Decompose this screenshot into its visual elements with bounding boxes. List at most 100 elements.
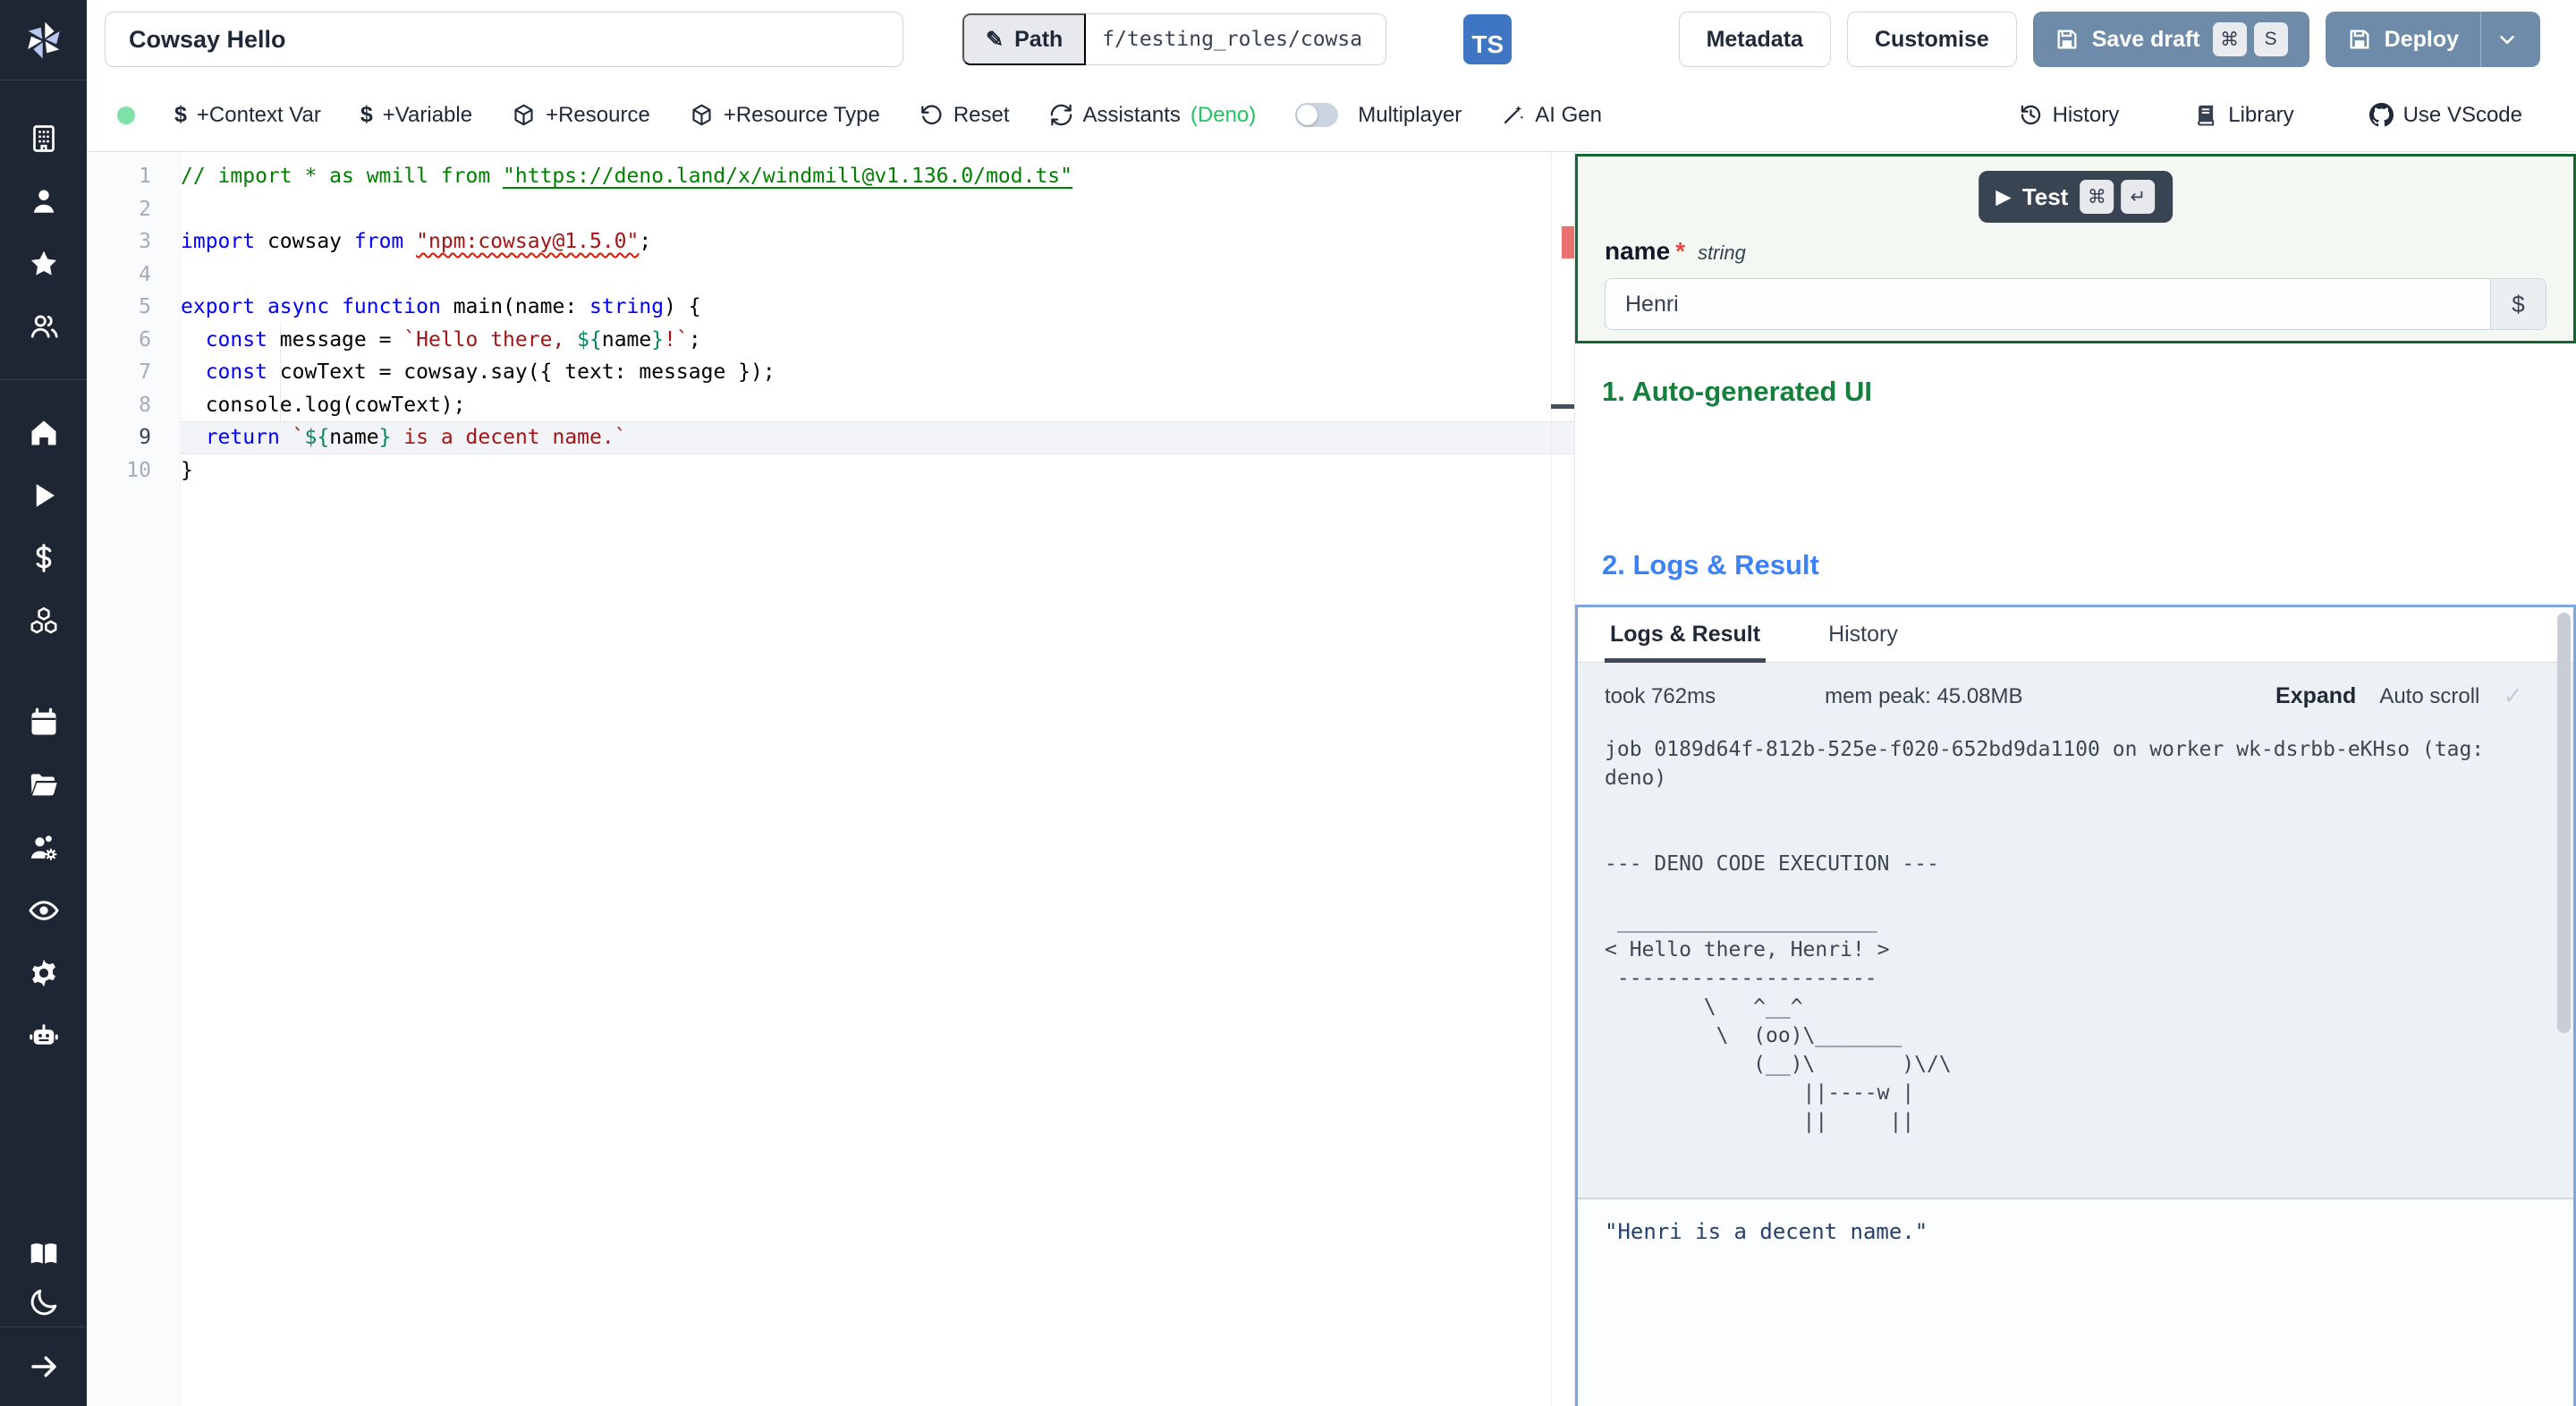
play-icon: ▶ — [1996, 186, 2011, 208]
required-asterisk: * — [1675, 237, 1686, 265]
expand-button[interactable]: Expand — [2275, 683, 2356, 709]
tab-history[interactable]: History — [1826, 622, 1900, 662]
sidebar-group-expand — [0, 1327, 87, 1406]
code-line[interactable]: 6 const message = `Hello there, ${name}!… — [87, 324, 1574, 357]
kbd-chip: ↵ — [2121, 180, 2156, 214]
field-type-label: string — [1698, 241, 1746, 264]
user-icon[interactable] — [28, 185, 60, 217]
logs-tabs: Logs & Result History — [1578, 607, 2573, 663]
code-editor[interactable]: 1// import * as wmill from "https://deno… — [87, 152, 1575, 1406]
reset-button[interactable]: Reset — [919, 103, 1010, 128]
boxes-icon[interactable] — [28, 605, 60, 637]
calendar-icon[interactable] — [28, 707, 60, 739]
windmill-logo[interactable] — [0, 0, 87, 80]
ai-gen-button[interactable]: AI Gen — [1501, 103, 1602, 128]
book-open-icon[interactable] — [28, 1238, 60, 1270]
result-output[interactable]: "Henri is a decent name." — [1578, 1199, 2573, 1406]
windmill-pinwheel-icon — [27, 21, 60, 58]
deploy-button[interactable]: Deploy — [2325, 12, 2540, 67]
script-title-input[interactable] — [105, 12, 903, 67]
code-line[interactable]: 1// import * as wmill from "https://deno… — [87, 160, 1574, 193]
save-draft-label: Save draft — [2091, 26, 2200, 52]
save-draft-button[interactable]: Save draft ⌘ S — [2032, 12, 2309, 67]
logs-card: Logs & Result History took 762ms mem pea… — [1575, 605, 2576, 1406]
code-line[interactable]: 3 import cowsay from "npm:cowsay@1.5.0"; — [87, 225, 1574, 258]
package-icon — [514, 104, 533, 126]
multiplayer-toggle[interactable] — [1295, 103, 1339, 127]
auto-scroll-toggle[interactable]: Auto scroll — [2379, 684, 2479, 709]
line-number: 2 — [139, 197, 151, 221]
code-lines[interactable]: 1// import * as wmill from "https://deno… — [87, 160, 1574, 487]
settings-icon[interactable] — [28, 957, 60, 989]
library-button[interactable]: Library — [2194, 103, 2294, 128]
deploy-separator — [2480, 12, 2481, 67]
logs-result-heading: 2. Logs & Result — [1602, 549, 1819, 580]
cursor-position-marker — [1551, 404, 1574, 409]
path-group: ✎ Path f/testing_roles/cowsa — [962, 13, 1387, 65]
name-input[interactable] — [1606, 291, 2490, 318]
logs-body: took 762ms mem peak: 45.08MB Expand Auto… — [1578, 663, 2573, 1198]
moon-icon[interactable] — [28, 1286, 60, 1318]
dollar-icon[interactable] — [28, 542, 60, 574]
chevron-down-icon[interactable] — [2496, 28, 2519, 51]
tab-logs-result[interactable]: Logs & Result — [1604, 622, 1767, 663]
pencil-icon: ✎ — [986, 27, 1004, 52]
history-button[interactable]: History — [2019, 103, 2119, 128]
name-field-row: $ — [1605, 278, 2546, 330]
line-number: 4 — [139, 262, 151, 286]
code-line[interactable]: 10} — [87, 454, 1574, 487]
building-icon[interactable] — [28, 123, 60, 155]
code-line[interactable]: 5 export async function main(name: string… — [87, 291, 1574, 324]
check-icon: ✓ — [2503, 682, 2523, 709]
deploy-label: Deploy — [2384, 26, 2459, 52]
customise-button[interactable]: Customise — [1846, 12, 2017, 67]
line-number: 8 — [139, 393, 151, 417]
auto-generated-ui-heading: 1. Auto-generated UI — [1602, 376, 1872, 407]
sidebar — [0, 0, 87, 1406]
add-variable-button[interactable]: $ +Variable — [360, 102, 472, 128]
field-name-label: name — [1605, 237, 1671, 265]
assistants-button[interactable]: Assistants (Deno) — [1049, 102, 1257, 128]
dollar-icon: $ — [360, 102, 373, 127]
sidebar-group-main — [0, 380, 87, 652]
save-icon — [2057, 30, 2077, 49]
path-edit-button[interactable]: ✎ Path — [962, 13, 1087, 65]
star-icon[interactable] — [28, 248, 60, 280]
code-line[interactable]: 8 console.log(cowText); — [87, 389, 1574, 422]
test-args-card: ▶ Test ⌘↵ name * string $ — [1575, 154, 2576, 343]
log-output[interactable]: job 0189d64f-812b-525e-f020-652bd9da1100… — [1605, 735, 2573, 1136]
code-line[interactable]: 2 — [87, 193, 1574, 226]
home-icon[interactable] — [28, 417, 60, 449]
arrow-right-icon[interactable] — [28, 1351, 60, 1383]
add-resource-button[interactable]: +Resource — [512, 103, 650, 128]
scrollbar-thumb[interactable] — [2557, 613, 2571, 1033]
kbd-chip: ⌘ — [2212, 22, 2247, 56]
line-number: 10 — [126, 458, 151, 482]
wand-icon — [1504, 106, 1524, 124]
code-line[interactable]: 4 — [87, 258, 1574, 292]
refresh-icon — [1050, 104, 1072, 126]
code-line[interactable]: 7 const cowText = cowsay.say({ text: mes… — [87, 356, 1574, 389]
overview-ruler — [1551, 152, 1574, 1406]
variable-picker-button[interactable]: $ — [2490, 279, 2546, 329]
code-line[interactable]: 9 return `${name} is a decent name.` — [87, 421, 1574, 454]
test-button[interactable]: ▶ Test ⌘ ↵ — [1978, 171, 2174, 223]
play-icon[interactable] — [28, 479, 60, 512]
eye-icon[interactable] — [28, 894, 60, 927]
assistants-runtime: (Deno) — [1190, 102, 1257, 127]
users-icon[interactable] — [28, 310, 60, 343]
add-resource-type-button[interactable]: +Resource Type — [690, 103, 880, 128]
add-context-var-button[interactable]: $ +Context Var — [174, 102, 321, 128]
duration-label: took 762ms — [1605, 683, 1716, 708]
status-dot — [117, 106, 135, 124]
sidebar-group-workspace — [0, 80, 87, 379]
kbd-chip: ⌘ — [2080, 180, 2114, 214]
metadata-button[interactable]: Metadata — [1678, 12, 1831, 67]
folder-open-icon[interactable] — [28, 769, 60, 801]
user-cog-icon[interactable] — [28, 832, 60, 864]
windmill-app: ✎ Path f/testing_roles/cowsa TS Metadata… — [0, 0, 2576, 1406]
use-vscode-button[interactable]: Use VScode — [2368, 103, 2522, 128]
preview-panel: ▶ Test ⌘↵ name * string $ 1. Auto-genera… — [1575, 152, 2576, 1406]
bot-icon[interactable] — [28, 1020, 60, 1052]
path-value[interactable]: f/testing_roles/cowsa — [1086, 13, 1387, 65]
